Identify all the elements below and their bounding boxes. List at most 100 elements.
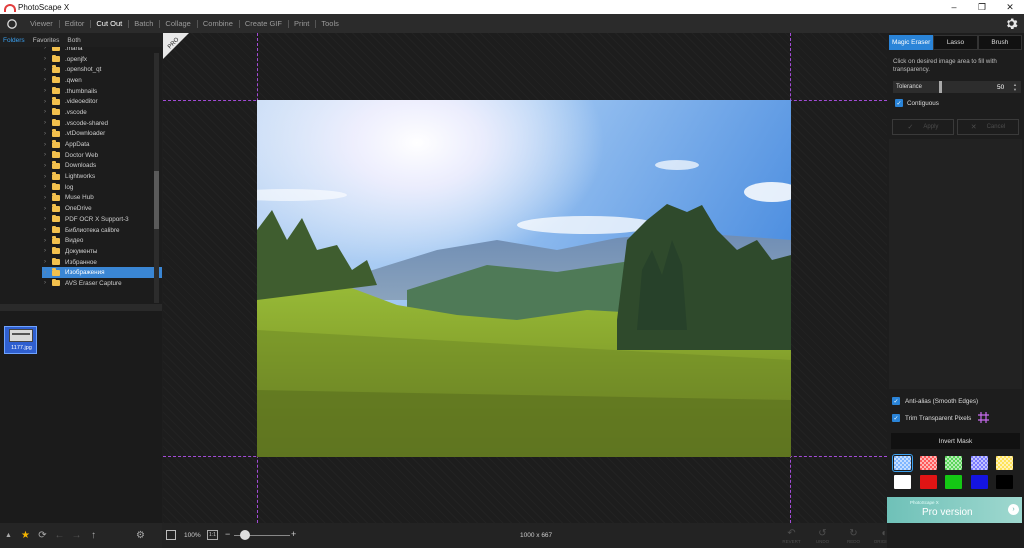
- menu-tools[interactable]: Tools: [315, 14, 345, 33]
- zoom-in-button[interactable]: +: [291, 529, 296, 539]
- editor-canvas[interactable]: PRO: [163, 33, 887, 523]
- folder-tree-item[interactable]: › .vscode: [0, 107, 162, 118]
- menu-print[interactable]: Print: [287, 14, 315, 33]
- settings-gear-icon[interactable]: [1005, 17, 1018, 32]
- folder-tree-item[interactable]: › Downloads: [0, 161, 162, 172]
- folder-tree-item[interactable]: › Изображения: [42, 267, 162, 279]
- chevron-right-icon[interactable]: ›: [44, 142, 52, 148]
- thumbnail-item[interactable]: 1177.jpg: [4, 326, 37, 354]
- folder-tree-item[interactable]: › .openjfx: [0, 54, 162, 65]
- chevron-right-icon[interactable]: ›: [44, 152, 52, 158]
- chevron-right-icon[interactable]: ›: [44, 238, 52, 244]
- chevron-right-icon[interactable]: ›: [44, 47, 52, 51]
- folder-tree-item[interactable]: › OneDrive: [0, 203, 162, 214]
- invert-mask-button[interactable]: Invert Mask: [891, 433, 1020, 449]
- chevron-right-icon[interactable]: ›: [44, 248, 52, 254]
- pro-version-banner[interactable]: PhotoScape X Pro version ›: [887, 497, 1022, 523]
- mask-color-swatch[interactable]: [892, 454, 913, 472]
- chevron-right-icon[interactable]: ›: [44, 259, 52, 265]
- browser-settings-gear-icon[interactable]: ⚙: [132, 528, 149, 544]
- chevron-right-icon[interactable]: ›: [44, 120, 52, 126]
- contiguous-checkbox[interactable]: ✓: [895, 99, 903, 107]
- chevron-right-icon[interactable]: ›: [44, 270, 52, 276]
- chevron-right-icon[interactable]: ›: [44, 56, 52, 62]
- folder-tree-item[interactable]: › AppData: [0, 139, 162, 150]
- mask-color-swatch[interactable]: [996, 475, 1013, 489]
- folder-tree-item[interactable]: › .videoeditor: [0, 96, 162, 107]
- actual-size-button[interactable]: 1:1: [207, 530, 218, 540]
- trim-crop-icon[interactable]: [978, 412, 989, 423]
- revert-button[interactable]: ↶ REVERT: [776, 523, 807, 548]
- folder-tree-item[interactable]: › Lightworks: [0, 171, 162, 182]
- mask-color-swatch[interactable]: [945, 475, 962, 489]
- mask-color-swatch[interactable]: [970, 456, 988, 470]
- folder-tree-item[interactable]: › .vtDownloader: [0, 129, 162, 140]
- back-arrow-icon[interactable]: ←: [51, 528, 68, 544]
- zoom-out-button[interactable]: −: [225, 529, 230, 539]
- tab-lasso[interactable]: Lasso: [933, 35, 978, 50]
- mask-color-swatch[interactable]: [945, 456, 962, 470]
- home-button[interactable]: [0, 14, 24, 33]
- cancel-button[interactable]: ✕ Cancel: [957, 119, 1019, 135]
- tab-magic-eraser[interactable]: Magic Eraser: [889, 35, 934, 50]
- fit-to-window-icon[interactable]: [166, 530, 176, 540]
- menu-create-gif[interactable]: Create GIF: [238, 14, 288, 33]
- folder-tree-item[interactable]: › Избранное: [0, 257, 162, 268]
- mask-color-swatch[interactable]: [894, 475, 911, 489]
- apply-button[interactable]: ✓ Apply: [892, 119, 954, 135]
- tab-both[interactable]: Both: [67, 37, 80, 44]
- redo-button[interactable]: ↻ REDO: [838, 523, 869, 548]
- chevron-right-icon[interactable]: ›: [44, 131, 52, 137]
- maximize-icon[interactable]: ❐: [968, 0, 996, 14]
- tolerance-slider-handle[interactable]: [939, 81, 942, 93]
- mask-color-swatch[interactable]: [919, 456, 937, 470]
- star-icon[interactable]: ★: [17, 528, 34, 544]
- mask-color-swatch[interactable]: [970, 475, 988, 489]
- chevron-right-icon[interactable]: ›: [44, 227, 52, 233]
- tolerance-value[interactable]: 50: [997, 84, 1004, 91]
- chevron-right-icon[interactable]: ›: [44, 109, 52, 115]
- folder-tree-item[interactable]: › Видео: [0, 235, 162, 246]
- folder-tree-hscrollbar[interactable]: [0, 304, 162, 311]
- folder-tree-item[interactable]: › .thumbnails: [0, 86, 162, 97]
- folder-tree-scrollbar[interactable]: [154, 53, 159, 303]
- folder-tree-item[interactable]: › .vscode-shared: [0, 118, 162, 129]
- chevron-right-icon[interactable]: ›: [44, 77, 52, 83]
- refresh-icon[interactable]: ⟳: [34, 528, 51, 544]
- chevron-right-icon[interactable]: ›: [44, 195, 52, 201]
- eject-icon[interactable]: ▲: [0, 528, 17, 544]
- folder-tree-item[interactable]: › .qwen: [0, 75, 162, 86]
- folder-tree-item[interactable]: › Muse Hub: [0, 193, 162, 204]
- folder-tree-item[interactable]: › AVS Eraser Capture: [0, 278, 162, 289]
- tab-brush[interactable]: Brush: [977, 35, 1022, 50]
- mask-color-swatch[interactable]: [919, 475, 937, 489]
- menu-collage[interactable]: Collage: [159, 14, 196, 33]
- folder-tree-item[interactable]: › Doctor Web: [0, 150, 162, 161]
- chevron-right-icon[interactable]: ›: [44, 163, 52, 169]
- menu-cut-out[interactable]: Cut Out: [90, 14, 128, 33]
- folder-tree-item[interactable]: › log: [0, 182, 162, 193]
- anti-alias-checkbox[interactable]: ✓: [892, 397, 900, 405]
- folder-tree-item[interactable]: › .openshot_qt: [0, 64, 162, 75]
- chevron-right-icon[interactable]: ›: [44, 174, 52, 180]
- chevron-right-icon[interactable]: ›: [44, 280, 52, 286]
- folder-tree-item[interactable]: › PDF OCR X Support-3: [0, 214, 162, 225]
- chevron-right-icon[interactable]: ›: [44, 88, 52, 94]
- chevron-right-icon[interactable]: ›: [44, 99, 52, 105]
- trim-transparent-checkbox[interactable]: ✓: [892, 414, 900, 422]
- folder-tree-item[interactable]: › Библиотека calibre: [0, 225, 162, 236]
- landscape-photo[interactable]: [257, 100, 791, 457]
- chevron-right-icon[interactable]: ›: [44, 67, 52, 73]
- undo-button[interactable]: ↺ UNDO: [807, 523, 838, 548]
- menu-editor[interactable]: Editor: [58, 14, 91, 33]
- chevron-right-icon[interactable]: ›: [44, 206, 52, 212]
- menu-combine[interactable]: Combine: [196, 14, 239, 33]
- folder-tree-item[interactable]: › Документы: [0, 246, 162, 257]
- mask-color-swatch[interactable]: [996, 456, 1013, 470]
- scrollbar-thumb[interactable]: [154, 171, 159, 229]
- folder-tree-item[interactable]: › .mana: [0, 47, 162, 54]
- menu-viewer[interactable]: Viewer: [24, 14, 59, 33]
- menu-batch[interactable]: Batch: [128, 14, 159, 33]
- close-icon[interactable]: ✕: [996, 0, 1024, 14]
- tolerance-spinner-icon[interactable]: ▲ ▼: [1013, 82, 1017, 92]
